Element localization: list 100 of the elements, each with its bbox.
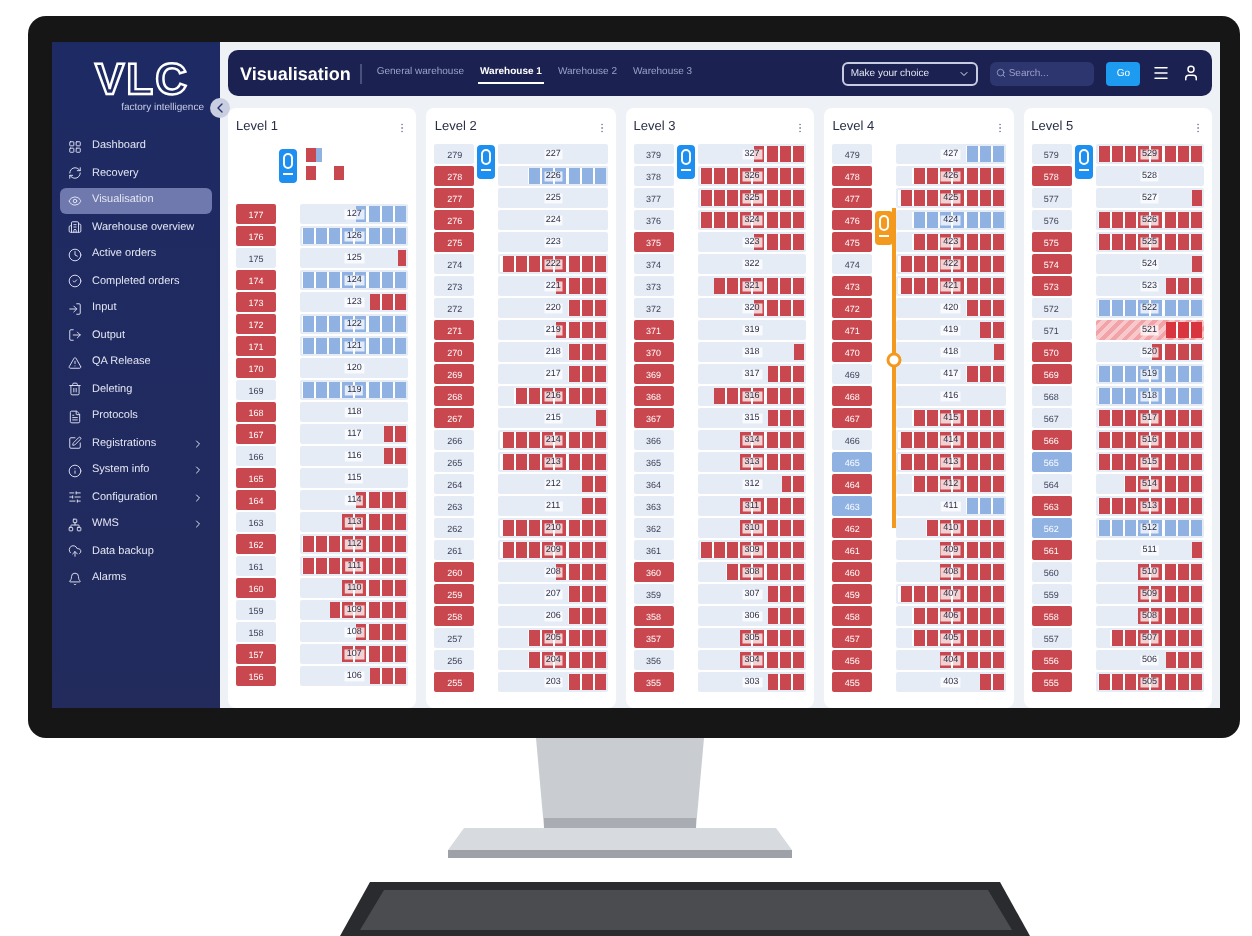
bay-track[interactable] bbox=[498, 144, 608, 164]
bay-track[interactable] bbox=[300, 622, 409, 642]
bay-track[interactable] bbox=[498, 210, 608, 230]
bay-track[interactable] bbox=[300, 292, 409, 312]
bay-track[interactable] bbox=[896, 364, 1006, 384]
bay-track[interactable] bbox=[697, 650, 807, 670]
bay-track[interactable] bbox=[896, 562, 1006, 582]
bay-track[interactable] bbox=[697, 474, 807, 494]
bay-track[interactable] bbox=[1095, 540, 1204, 560]
bay-track[interactable] bbox=[498, 672, 608, 692]
bay-track[interactable] bbox=[697, 496, 807, 516]
bay-track[interactable] bbox=[300, 402, 409, 422]
bay-track[interactable] bbox=[896, 628, 1006, 648]
bay-track[interactable] bbox=[896, 342, 1006, 362]
bay-track[interactable] bbox=[300, 468, 409, 488]
bay-track[interactable] bbox=[1095, 474, 1204, 494]
bay-track[interactable] bbox=[1095, 562, 1204, 582]
bay-track[interactable] bbox=[896, 386, 1006, 406]
bay-track[interactable] bbox=[697, 518, 807, 538]
cloud-icon bbox=[68, 544, 82, 559]
bay-track[interactable] bbox=[498, 364, 608, 384]
bay-track[interactable] bbox=[697, 254, 807, 274]
bay-track[interactable] bbox=[300, 512, 409, 532]
bay-track[interactable] bbox=[896, 650, 1006, 670]
bay-track[interactable] bbox=[697, 452, 807, 472]
bay-track[interactable] bbox=[300, 424, 409, 444]
bay-track[interactable] bbox=[896, 298, 1006, 318]
bay-track[interactable] bbox=[498, 628, 608, 648]
login-icon bbox=[68, 301, 82, 316]
bay-track[interactable] bbox=[498, 320, 608, 340]
bay-track[interactable] bbox=[300, 204, 409, 224]
bay-track[interactable] bbox=[498, 496, 608, 516]
bay-track[interactable] bbox=[697, 628, 807, 648]
bay-track[interactable] bbox=[896, 540, 1006, 560]
bay-track[interactable] bbox=[697, 364, 807, 384]
bay-track[interactable] bbox=[896, 144, 1006, 164]
bay-track[interactable] bbox=[697, 408, 807, 428]
bay-track[interactable] bbox=[300, 490, 409, 510]
bay-track[interactable] bbox=[896, 408, 1006, 428]
bay-track[interactable] bbox=[896, 496, 1006, 516]
bay-track[interactable] bbox=[697, 584, 807, 604]
bay-track[interactable] bbox=[498, 584, 608, 604]
bay-track[interactable] bbox=[498, 298, 608, 318]
bay-track[interactable] bbox=[498, 408, 608, 428]
bay-track[interactable] bbox=[300, 666, 409, 686]
document-icon bbox=[68, 409, 82, 424]
chevron-left-icon bbox=[212, 100, 228, 116]
bay-track[interactable] bbox=[498, 650, 608, 670]
bay-track[interactable] bbox=[498, 606, 608, 626]
bay-track[interactable] bbox=[697, 342, 807, 362]
bay-track[interactable] bbox=[896, 210, 1006, 230]
bay-track[interactable] bbox=[697, 386, 807, 406]
bay-track[interactable] bbox=[896, 672, 1006, 692]
bay-track[interactable] bbox=[697, 298, 807, 318]
bay-track[interactable] bbox=[498, 166, 608, 186]
bay-track[interactable] bbox=[697, 320, 807, 340]
info-icon bbox=[68, 463, 82, 478]
bay-track[interactable] bbox=[697, 672, 807, 692]
bay-track[interactable] bbox=[697, 562, 807, 582]
bay-track[interactable] bbox=[697, 144, 807, 164]
bay-track[interactable] bbox=[300, 600, 409, 620]
bay-track[interactable] bbox=[300, 248, 409, 268]
bell-icon bbox=[68, 571, 82, 586]
bay-track[interactable] bbox=[896, 474, 1006, 494]
bay-track[interactable] bbox=[1095, 650, 1204, 670]
check-circle-icon bbox=[68, 274, 82, 289]
bay-track[interactable] bbox=[498, 474, 608, 494]
bay-track[interactable] bbox=[300, 358, 409, 378]
bay-track[interactable] bbox=[1095, 188, 1204, 208]
bay-track[interactable] bbox=[697, 430, 807, 450]
bay-track[interactable] bbox=[300, 578, 409, 598]
bay-track[interactable] bbox=[1095, 276, 1204, 296]
bay-track[interactable] bbox=[498, 562, 608, 582]
bay-track[interactable] bbox=[498, 188, 608, 208]
bay-track[interactable] bbox=[498, 276, 608, 296]
bay-track[interactable] bbox=[896, 518, 1006, 538]
bay-track[interactable] bbox=[1095, 628, 1204, 648]
bay-track[interactable] bbox=[1095, 254, 1204, 274]
bay-track[interactable] bbox=[697, 606, 807, 626]
bay-track[interactable] bbox=[896, 606, 1006, 626]
collapse-button[interactable] bbox=[210, 98, 230, 118]
bay-track[interactable] bbox=[498, 342, 608, 362]
logo: VLC bbox=[95, 58, 189, 102]
bay-track[interactable] bbox=[1095, 342, 1204, 362]
bay-track[interactable] bbox=[896, 232, 1006, 252]
bay-track[interactable] bbox=[697, 276, 807, 296]
menu-button[interactable] bbox=[1152, 64, 1170, 82]
bay-track[interactable] bbox=[1095, 584, 1204, 604]
bay-track[interactable] bbox=[1095, 320, 1204, 340]
bay-track[interactable] bbox=[1095, 606, 1204, 626]
bay-track[interactable] bbox=[697, 232, 807, 252]
bay-track[interactable] bbox=[300, 644, 409, 664]
user-button[interactable] bbox=[1182, 64, 1200, 82]
edit-icon bbox=[68, 436, 82, 451]
bay-track[interactable] bbox=[896, 166, 1006, 186]
bay-track[interactable] bbox=[498, 386, 608, 406]
bay-track[interactable] bbox=[896, 320, 1006, 340]
bay-track[interactable] bbox=[300, 446, 409, 466]
bay-track[interactable] bbox=[498, 232, 608, 252]
bay-track[interactable] bbox=[1095, 166, 1204, 186]
